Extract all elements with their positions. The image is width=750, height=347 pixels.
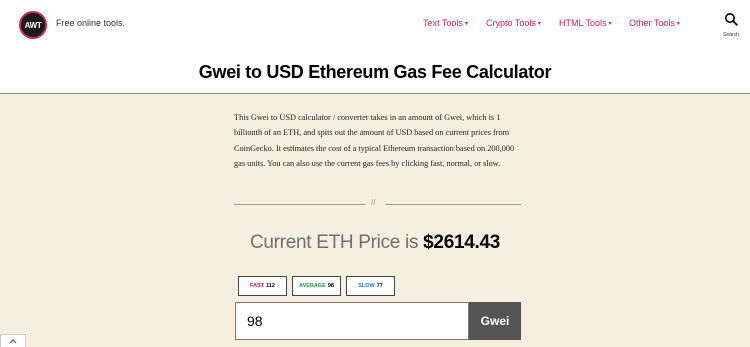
price-label: Current ETH Price is [249,232,419,253]
nav-item-text-tools[interactable]: Text Tools ▾ [423,18,468,28]
nav-item-label: Text Tools [423,18,463,28]
nav-item-label: Crypto Tools [486,18,536,28]
search-button[interactable]: Search [716,12,746,38]
gwei-input[interactable]: 98 [235,302,469,340]
chevron-down-icon: ▾ [537,21,541,27]
site-header: AWT Free online tools. Text Tools ▾ Crypt… [0,0,750,50]
fee-value: 112 [266,283,275,289]
fee-label: FAST [250,283,265,289]
nav-item-html-tools[interactable]: HTML Tools ▾ [559,18,612,28]
chevron-up-icon [9,339,17,344]
fee-label: AVERAGE [299,283,326,289]
fee-value: 98 [327,283,334,289]
nav-item-label: Other Tools [629,18,675,28]
separator-line-right [385,204,521,205]
separator-line-left [234,204,365,205]
chevron-down-icon: ▾ [608,21,612,27]
main-nav: Text Tools ▾ Crypto Tools ▾ HTML Tools ▾ Ot… [0,18,750,32]
nav-item-other-tools[interactable]: Other Tools ▾ [629,18,680,28]
page-title: Gwei to USD Ethereum Gas Fee Calculator [198,62,552,82]
fee-value: 77 [376,283,383,289]
average-fee-button[interactable]: AVERAGE 98 [292,276,341,296]
chevron-down-icon: ▾ [676,21,680,27]
fast-fee-button[interactable]: FAST 112 [238,276,287,296]
unit-button[interactable]: Gwei [469,302,521,340]
title-area: Gwei to USD Ethereum Gas Fee Calculator [0,50,750,94]
price-value: $2614.43 [423,232,501,253]
separator-glyph: // [371,198,376,207]
fee-label: SLOW [358,283,375,289]
search-icon [725,13,738,26]
intro-paragraph: This Gwei to USD calculator / converter … [234,113,515,169]
chevron-down-icon: ▾ [464,21,468,27]
scroll-to-top-button[interactable] [0,334,26,347]
eth-price: Current ETH Price is $2614.43 [0,232,750,254]
nav-item-label: HTML Tools [559,18,607,28]
search-label: Search [723,32,739,38]
slow-fee-button[interactable]: SLOW 77 [346,276,395,296]
nav-item-crypto-tools[interactable]: Crypto Tools ▾ [486,18,541,28]
section-separator: // [234,198,521,210]
